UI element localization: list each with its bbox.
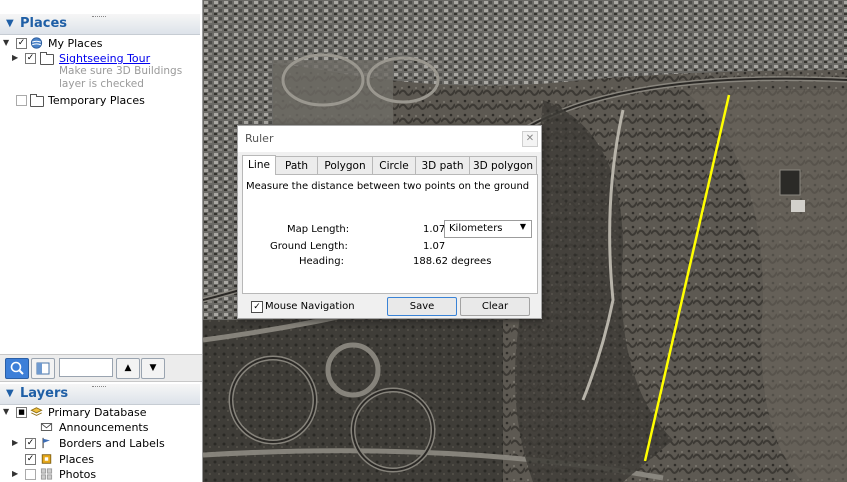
globe-icon: [30, 37, 43, 49]
heading-value: 188.62 degrees: [413, 256, 492, 267]
search-button[interactable]: [5, 358, 29, 379]
temporary-places-label: Temporary Places: [48, 94, 145, 107]
mouse-navigation-label[interactable]: Mouse Navigation: [265, 301, 355, 312]
tab-line[interactable]: Line: [242, 155, 276, 175]
collapse-triangle-icon[interactable]: ▼: [6, 18, 14, 29]
photos-checkbox[interactable]: [25, 469, 36, 480]
mouse-navigation-checkbox[interactable]: ✓: [251, 301, 263, 313]
layers-title: Layers: [20, 386, 69, 401]
expand-arrow-icon[interactable]: ▼: [3, 407, 11, 416]
expand-arrow-icon[interactable]: ▼: [3, 38, 11, 47]
places-layer-checkbox[interactable]: ✓: [25, 454, 36, 465]
expand-arrow-icon[interactable]: ▶: [12, 469, 20, 478]
unit-selected-value: Kilometers: [449, 223, 503, 234]
tab-path[interactable]: Path: [275, 156, 318, 175]
save-button[interactable]: Save: [387, 297, 457, 316]
ruler-dialog: Ruler ✕ Line Path Polygon Circle 3D path…: [237, 125, 542, 319]
tab-circle[interactable]: Circle: [372, 156, 416, 175]
photo-grid-icon: [40, 468, 53, 480]
arrow-down-icon: ▼: [149, 363, 157, 373]
folder-icon: [30, 94, 44, 107]
collapse-triangle-icon[interactable]: ▼: [6, 388, 14, 399]
announcements-checkbox-placeholder: [25, 422, 34, 431]
places-layer-label: Places: [59, 453, 94, 466]
expand-arrow-icon[interactable]: ▶: [12, 438, 20, 447]
panel-grip[interactable]: [92, 16, 106, 20]
folder-icon: [40, 52, 54, 65]
layer-item-borders-and-labels[interactable]: ▶ ✓ Borders and Labels: [0, 436, 200, 452]
ground-length-label: Ground Length:: [270, 241, 348, 252]
unit-dropdown[interactable]: Kilometers ▼: [444, 220, 532, 238]
ruler-title: Ruler: [245, 132, 274, 145]
borders-labels-label: Borders and Labels: [59, 437, 165, 450]
places-header[interactable]: ▼ Places: [0, 14, 200, 35]
layer-item-places[interactable]: ✓ Places: [0, 452, 200, 468]
map-length-value: 1.07: [423, 224, 446, 235]
arrow-up-icon: ▲: [124, 363, 132, 373]
ruler-titlebar[interactable]: Ruler ✕: [238, 126, 541, 152]
toggle-panel-button[interactable]: [31, 358, 55, 379]
clear-button[interactable]: Clear: [460, 297, 530, 316]
heading-label: Heading:: [299, 256, 344, 267]
close-button[interactable]: ✕: [522, 131, 538, 147]
places-toolbar: ▲ ▼: [0, 354, 202, 382]
panel-grip[interactable]: [92, 386, 106, 390]
layer-item-announcements[interactable]: Announcements: [0, 420, 200, 436]
tree-item-my-places[interactable]: ▼ ✓ My Places: [0, 36, 200, 52]
places-square-icon: [41, 454, 52, 464]
photos-label: Photos: [59, 468, 97, 481]
layer-item-photos[interactable]: ▶ Photos: [0, 467, 200, 482]
search-input[interactable]: [59, 358, 113, 377]
sightseeing-tour-link[interactable]: Sightseeing Tour: [59, 52, 150, 65]
ground-length-value: 1.07: [423, 241, 446, 252]
my-places-checkbox[interactable]: ✓: [16, 38, 27, 49]
sidebar: ▼ Places ▼ ✓ My Places ▶ ✓ Sightseeing T…: [0, 0, 203, 482]
move-down-button[interactable]: ▼: [141, 358, 165, 379]
layers-stack-icon: [30, 407, 43, 416]
layers-header[interactable]: ▼ Layers: [0, 384, 200, 405]
borders-labels-checkbox[interactable]: ✓: [25, 438, 36, 449]
tab-3d-polygon[interactable]: 3D polygon: [469, 156, 537, 175]
chevron-down-icon: ▼: [519, 222, 526, 231]
tree-item-temporary-places[interactable]: Temporary Places: [0, 93, 200, 109]
map-length-label: Map Length:: [287, 224, 350, 235]
instruction-text: Measure the distance between two points …: [246, 181, 530, 192]
panel-icon: [36, 362, 50, 375]
flag-icon: [42, 437, 50, 449]
places-title: Places: [20, 16, 68, 31]
primary-database-checkbox[interactable]: ■: [16, 407, 27, 418]
expand-arrow-icon[interactable]: ▶: [12, 53, 20, 62]
temporary-places-checkbox[interactable]: [16, 95, 27, 106]
tab-3d-path[interactable]: 3D path: [415, 156, 470, 175]
layer-item-primary-database[interactable]: ▼ ■ Primary Database: [0, 405, 200, 421]
tour-description-line2: layer is checked: [59, 78, 144, 90]
my-places-label: My Places: [48, 37, 103, 50]
tour-description-line1: Make sure 3D Buildings: [59, 65, 183, 77]
search-icon: [10, 361, 24, 375]
primary-database-label: Primary Database: [48, 406, 147, 419]
tab-polygon[interactable]: Polygon: [317, 156, 373, 175]
move-up-button[interactable]: ▲: [116, 358, 140, 379]
envelope-icon: [40, 423, 53, 431]
announcements-label: Announcements: [59, 421, 149, 434]
tour-checkbox[interactable]: ✓: [25, 53, 36, 64]
